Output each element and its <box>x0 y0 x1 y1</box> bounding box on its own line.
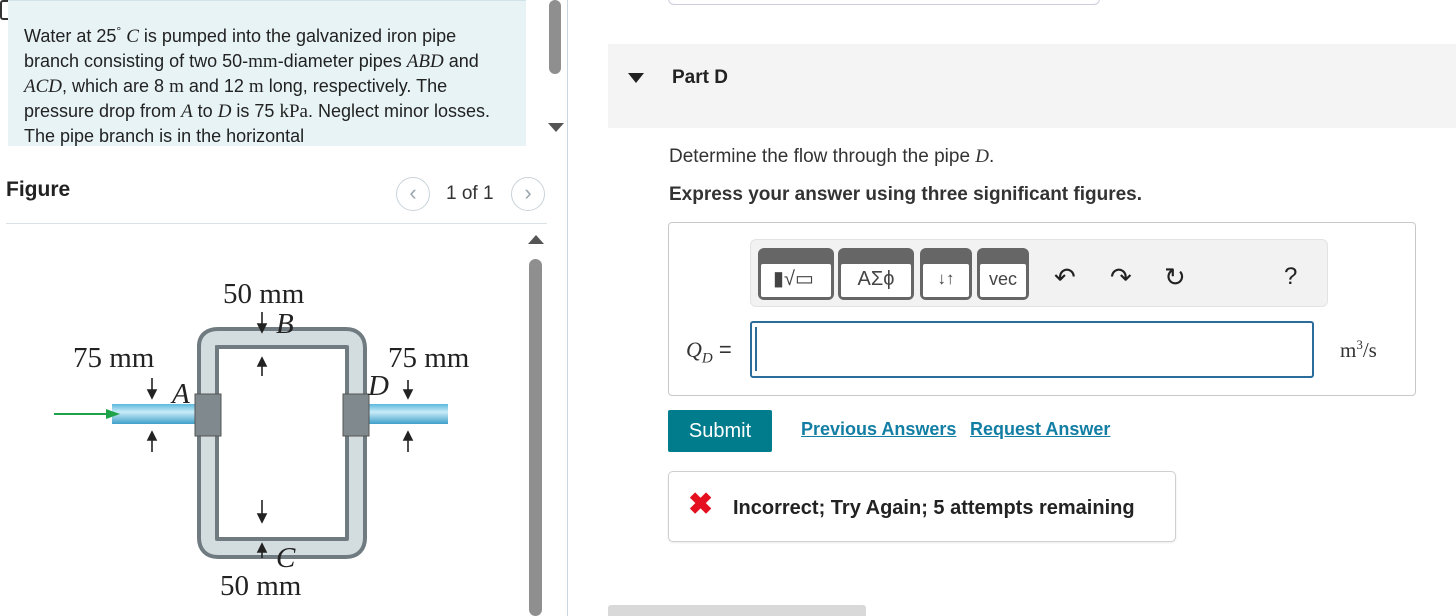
undo-icon[interactable]: ↶ <box>1054 262 1076 292</box>
left-panel: Water at 25° C is pumped into the galvan… <box>0 0 568 616</box>
problem-math-term: m <box>248 76 264 97</box>
question-variable: D <box>975 146 990 167</box>
answer-input[interactable] <box>750 321 1314 378</box>
scroll-down-arrow-icon[interactable] <box>548 123 564 132</box>
problem-text-segment: and 12 <box>183 76 249 96</box>
problem-math-term: m <box>169 76 184 97</box>
problem-text-segment: -diameter pipes <box>277 51 407 71</box>
figure-divider <box>6 223 547 224</box>
figure-pager-text: 1 of 1 <box>446 183 494 204</box>
junction-a <box>194 393 222 437</box>
right-dimension-label: 75 mm <box>388 342 470 374</box>
problem-text-segment: is 75 <box>231 101 280 121</box>
question-text: Determine the flow through the pipe D. <box>669 146 994 168</box>
point-a-label: A <box>172 378 190 410</box>
problem-math-term: mm <box>248 51 278 72</box>
chevron-right-icon: › <box>524 180 532 205</box>
figure-title: Figure <box>6 178 71 201</box>
pipe-branch-figure: 50 mm B 75 mm A 75 mm D C 50 mm <box>40 268 500 616</box>
figure-scrollbar-thumb[interactable] <box>529 259 542 616</box>
question-suffix: . <box>989 146 995 167</box>
incorrect-x-icon: ✖ <box>688 488 714 521</box>
problem-scrollbar-thumb[interactable] <box>549 0 561 74</box>
pipe-diagram <box>54 312 448 559</box>
junction-d <box>342 393 370 437</box>
unit-base: m <box>1340 338 1357 362</box>
point-b-label: B <box>276 308 294 340</box>
problem-math-term: C <box>126 26 139 47</box>
point-d-label: D <box>368 370 389 402</box>
templates-button[interactable]: ▮√▭ <box>758 248 834 300</box>
vec-icon: vec <box>980 264 1026 297</box>
problem-math-term: ACD <box>24 76 62 97</box>
previous-figure-button[interactable]: ‹ <box>396 177 430 211</box>
chevron-left-icon: ‹ <box>409 180 417 205</box>
help-icon[interactable]: ? <box>1284 262 1297 292</box>
next-figure-button[interactable]: › <box>511 177 545 211</box>
arrows-button[interactable]: ↓↑ <box>920 248 972 300</box>
outlet-pipe <box>356 404 448 424</box>
answer-variable-subscript: D <box>701 350 713 367</box>
vec-button[interactable]: vec <box>977 248 1029 300</box>
problem-math-term: D <box>217 101 232 122</box>
symbols-button[interactable]: ΑΣϕ <box>838 248 914 300</box>
math-toolbar <box>750 239 1328 307</box>
bottom-dimension-label: 50 mm <box>220 570 302 602</box>
templates-icon: ▮√▭ <box>761 264 831 297</box>
problem-text-segment: , which are 8 <box>62 76 170 96</box>
problem-text-segment: Water at 25 <box>24 26 117 46</box>
reset-icon[interactable]: ↻ <box>1164 262 1186 292</box>
scroll-up-arrow-icon[interactable] <box>528 235 544 244</box>
symbols-icon: ΑΣϕ <box>841 264 911 297</box>
feedback-message: Incorrect; Try Again; 5 attempts remaini… <box>733 497 1135 519</box>
answer-variable-label: QD = <box>686 337 732 367</box>
previous-answers-link[interactable]: Previous Answers <box>801 419 956 440</box>
arrows-icon: ↓↑ <box>923 264 969 297</box>
part-title: Part D <box>672 67 728 88</box>
unit-tail: /s <box>1362 338 1377 362</box>
problem-text-segment: and <box>443 51 479 71</box>
problem-math-term: A <box>181 101 193 122</box>
collapse-caret-icon[interactable] <box>628 73 644 83</box>
problem-text-segment: to <box>192 101 218 121</box>
bottom-tab-bar[interactable] <box>608 605 866 616</box>
left-dimension-label: 75 mm <box>73 342 155 374</box>
submit-button[interactable]: Submit <box>668 410 772 452</box>
answer-variable: Q <box>686 337 702 362</box>
problem-math-term: kPa <box>279 101 308 122</box>
request-answer-link[interactable]: Request Answer <box>970 419 1110 440</box>
problem-statement: Water at 25° C is pumped into the galvan… <box>8 0 526 146</box>
lower-pipe-outline <box>197 368 367 559</box>
previous-part-box <box>668 0 1100 5</box>
problem-math-term: ABD <box>406 51 444 72</box>
top-dimension-label: 50 mm <box>223 278 305 310</box>
inlet-pipe <box>112 404 204 424</box>
question-prefix: Determine the flow through the pipe <box>669 146 976 167</box>
equals-sign: = <box>718 337 732 362</box>
part-header[interactable] <box>608 44 1456 128</box>
instruction-text: Express your answer using three signific… <box>669 184 1143 205</box>
redo-icon[interactable]: ↷ <box>1110 262 1132 292</box>
text-cursor <box>755 327 757 371</box>
answer-unit: m3/s <box>1340 337 1377 363</box>
